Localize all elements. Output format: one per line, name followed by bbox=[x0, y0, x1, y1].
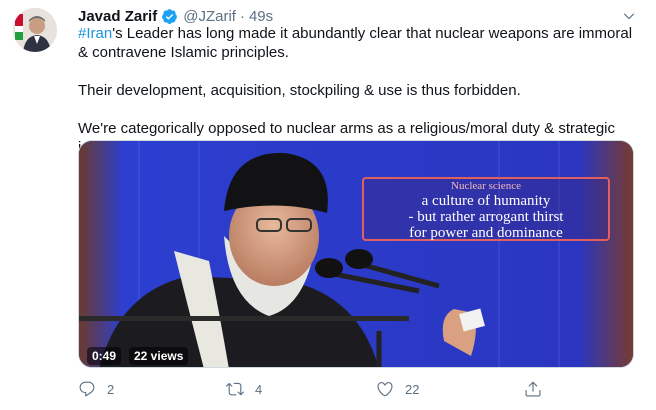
tweet-actions: 2 4 22 bbox=[78, 378, 634, 400]
share-icon bbox=[525, 381, 541, 397]
caption-line-3: for power and dominance bbox=[409, 225, 563, 241]
caption-line-1: a culture of humanity bbox=[421, 193, 551, 209]
video-caption-overlay: Nuclear science a culture of humanity - … bbox=[362, 177, 610, 241]
verified-badge-icon bbox=[162, 8, 178, 24]
reply-icon bbox=[79, 381, 95, 397]
tweet-header: Javad Zarif @JZarif · 49s bbox=[78, 6, 273, 26]
handle[interactable]: @JZarif bbox=[183, 8, 236, 25]
tweet-paragraph-1-text: 's Leader has long made it abundantly cl… bbox=[78, 25, 633, 61]
display-name[interactable]: Javad Zarif bbox=[78, 8, 157, 25]
timestamp[interactable]: 49s bbox=[249, 8, 273, 25]
tweet-paragraph-2: Their development, acquisition, stockpil… bbox=[78, 82, 521, 99]
reply-count: 2 bbox=[107, 381, 115, 397]
tweet[interactable]: Javad Zarif @JZarif · 49s #Iran's Leader… bbox=[0, 0, 656, 410]
reply-button[interactable]: 2 bbox=[78, 378, 114, 400]
separator-dot: · bbox=[239, 7, 245, 25]
chevron-down-icon[interactable] bbox=[622, 9, 636, 23]
tweet-paragraph-1: #Iran's Leader has long made it abundant… bbox=[78, 24, 634, 62]
hashtag-link[interactable]: #Iran bbox=[78, 25, 112, 42]
retweet-count: 4 bbox=[255, 381, 263, 397]
video-views-badge: 22 views bbox=[129, 347, 189, 365]
retweet-button[interactable]: 4 bbox=[226, 378, 262, 400]
avatar[interactable] bbox=[13, 8, 57, 52]
video-frame bbox=[79, 141, 633, 367]
caption-title: Nuclear science bbox=[451, 180, 521, 192]
retweet-icon bbox=[226, 382, 244, 396]
video-duration-badge: 0:49 bbox=[87, 347, 122, 365]
video-player[interactable]: Nuclear science a culture of humanity - … bbox=[78, 140, 634, 368]
caption-line-2: - but rather arrogant thirst bbox=[408, 209, 564, 225]
like-count: 22 bbox=[405, 381, 420, 397]
like-button[interactable]: 22 bbox=[376, 378, 419, 400]
share-button[interactable] bbox=[524, 378, 542, 400]
like-icon bbox=[377, 382, 393, 397]
